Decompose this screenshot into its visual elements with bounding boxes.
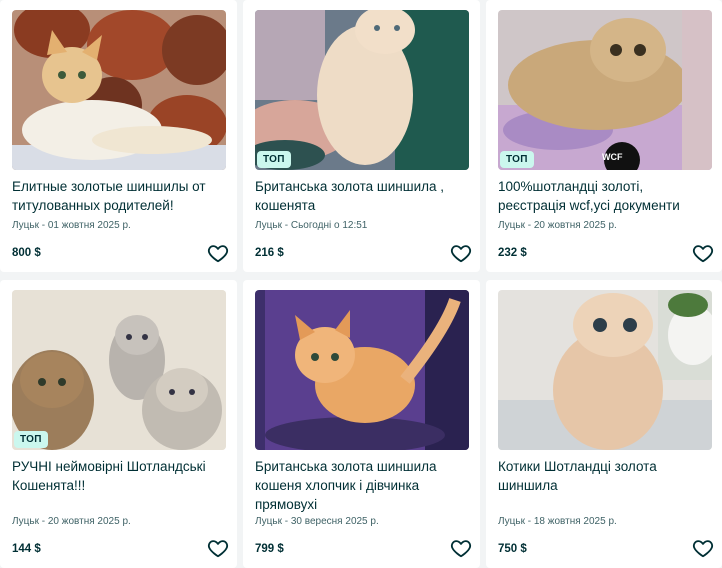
listing-location-date: Луцьк - Сьогодні о 12:51 bbox=[255, 220, 368, 231]
listing-location-date: Луцьк - 30 вересня 2025 р. bbox=[255, 516, 379, 527]
listing-price: 799 $ bbox=[255, 543, 284, 555]
listing-photo[interactable] bbox=[498, 290, 712, 450]
listing-card[interactable]: Британська золота шиншила кошеня хлопчик… bbox=[243, 280, 480, 568]
listing-photo[interactable]: ТОП bbox=[12, 290, 226, 450]
listing-price: 232 $ bbox=[498, 247, 527, 259]
listing-title[interactable]: Котики Шотландці золота шиншила bbox=[498, 457, 712, 495]
listing-card[interactable]: ТОП Британська золота шиншила , кошенята… bbox=[243, 0, 480, 272]
listing-location-date: Луцьк - 18 жовтня 2025 р. bbox=[498, 516, 617, 527]
listing-title[interactable]: РУЧНІ неймовірні Шотландські Кошенята!!! bbox=[12, 457, 226, 495]
top-badge: ТОП bbox=[500, 151, 534, 168]
favorite-heart-icon[interactable] bbox=[692, 537, 714, 559]
listing-photo[interactable]: ТОП bbox=[255, 10, 469, 170]
listing-title[interactable]: 100%шотландці золоті, реєстрація wcf,усі… bbox=[498, 177, 712, 215]
favorite-heart-icon[interactable] bbox=[450, 242, 472, 264]
favorite-heart-icon[interactable] bbox=[207, 537, 229, 559]
listing-price: 144 $ bbox=[12, 543, 41, 555]
listing-photo[interactable]: WCF ТОП bbox=[498, 10, 712, 170]
top-badge: ТОП bbox=[257, 151, 291, 168]
listing-card[interactable]: Елитные золотые шиншилы от титулованных … bbox=[0, 0, 237, 272]
favorite-heart-icon[interactable] bbox=[450, 537, 472, 559]
listing-card[interactable]: Котики Шотландці золота шиншила Луцьк - … bbox=[486, 280, 722, 568]
favorite-heart-icon[interactable] bbox=[692, 242, 714, 264]
listing-title[interactable]: Елитные золотые шиншилы от титулованных … bbox=[12, 177, 226, 215]
listing-photo[interactable] bbox=[255, 290, 469, 450]
listing-price: 800 $ bbox=[12, 247, 41, 259]
listing-price: 216 $ bbox=[255, 247, 284, 259]
listing-photo[interactable] bbox=[12, 10, 226, 170]
listing-location-date: Луцьк - 20 жовтня 2025 р. bbox=[498, 220, 617, 231]
listing-location-date: Луцьк - 01 жовтня 2025 р. bbox=[12, 220, 131, 231]
wcf-logo: WCF bbox=[602, 152, 623, 162]
favorite-heart-icon[interactable] bbox=[207, 242, 229, 264]
listing-card[interactable]: ТОП РУЧНІ неймовірні Шотландські Кошенят… bbox=[0, 280, 237, 568]
top-badge: ТОП bbox=[14, 431, 48, 448]
listing-title[interactable]: Британська золота шиншила кошеня хлопчик… bbox=[255, 457, 469, 514]
listing-title[interactable]: Британська золота шиншила , кошенята bbox=[255, 177, 469, 215]
listing-location-date: Луцьк - 20 жовтня 2025 р. bbox=[12, 516, 131, 527]
listing-card[interactable]: WCF ТОП 100%шотландці золоті, реєстрація… bbox=[486, 0, 722, 272]
listing-price: 750 $ bbox=[498, 543, 527, 555]
